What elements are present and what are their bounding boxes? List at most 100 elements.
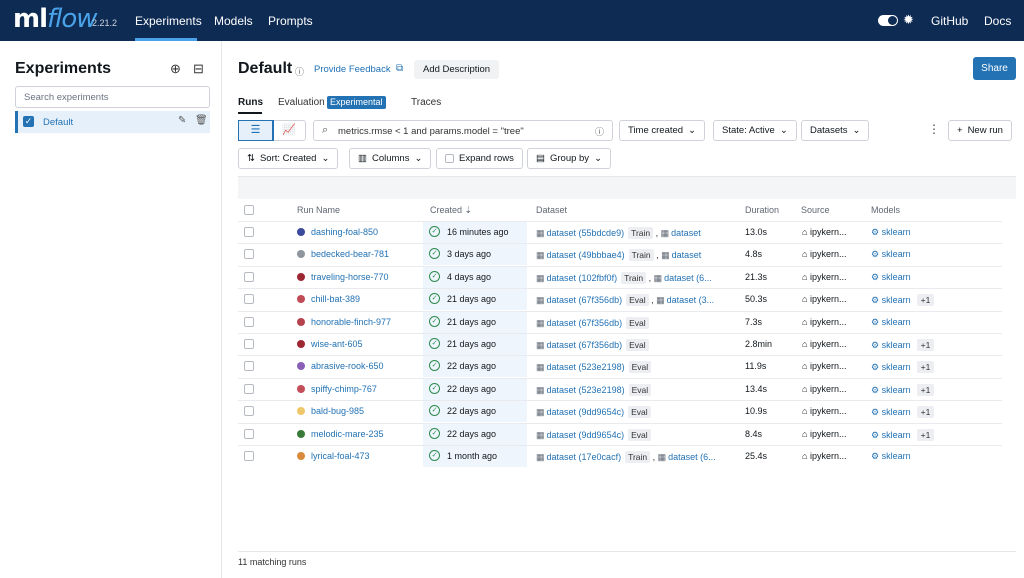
search-info-icon[interactable]: ⓘ	[595, 125, 604, 138]
more-options-icon[interactable]: ⋮	[928, 122, 940, 136]
run-name-link[interactable]: spiffy-chimp-767	[311, 384, 377, 394]
row-checkbox[interactable]	[244, 406, 254, 417]
source-cell[interactable]: ⌂ ipykern...	[802, 339, 846, 349]
source-cell[interactable]: ⌂ ipykern...	[802, 361, 846, 371]
column-duration[interactable]: Duration	[745, 205, 779, 215]
group-by-dropdown[interactable]: ▤ Group by ⌄	[527, 148, 612, 169]
run-name-link[interactable]: chill-bat-389	[311, 294, 360, 304]
source-cell[interactable]: ⌂ ipykern...	[802, 294, 846, 304]
columns-dropdown[interactable]: ▥ Columns ⌄	[349, 148, 432, 169]
column-source[interactable]: Source	[801, 205, 830, 215]
dataset-link[interactable]: dataset (49bbbae4)	[547, 250, 625, 260]
more-models-badge[interactable]: +1	[916, 294, 935, 307]
run-name-link[interactable]: honorable-finch-977	[311, 317, 391, 327]
chart-view-icon[interactable]: 📈	[273, 121, 305, 140]
table-row[interactable]: honorable-finch-977 ✓ 21 days ago ▦ dataset …	[238, 310, 1002, 333]
nav-models[interactable]: Models	[214, 14, 253, 28]
column-created[interactable]: Created ⇣	[430, 205, 472, 216]
source-cell[interactable]: ⌂ ipykern...	[802, 406, 846, 416]
tab-runs[interactable]: Runs	[238, 97, 263, 108]
theme-toggle[interactable]	[878, 15, 898, 26]
run-color-dot[interactable]	[297, 362, 305, 371]
run-name-link[interactable]: wise-ant-605	[311, 339, 363, 349]
runs-search-input[interactable]: ⌕ metrics.rmse < 1 and params.model = "t…	[313, 120, 613, 141]
table-row[interactable]: lyrical-foal-473 ✓ 1 month ago ▦ dataset (17…	[238, 445, 1002, 467]
run-color-dot[interactable]	[297, 340, 305, 348]
model-link[interactable]: sklearn	[882, 227, 911, 237]
search-experiments-input[interactable]: Search experiments	[15, 86, 210, 108]
checkbox-checked-icon[interactable]: ✓	[23, 116, 34, 127]
external-link-icon[interactable]: ⧉	[396, 63, 403, 74]
dataset-link-secondary[interactable]: dataset (3...	[667, 295, 715, 305]
dataset-link[interactable]: dataset (9dd9654c)	[547, 430, 625, 440]
add-description-button[interactable]: Add Description	[414, 60, 500, 79]
column-models[interactable]: Models	[871, 205, 900, 215]
sort-desc-icon[interactable]: ⇣	[465, 205, 473, 215]
run-color-dot[interactable]	[297, 295, 305, 304]
column-dataset[interactable]: Dataset	[536, 205, 567, 215]
column-run-name[interactable]: Run Name	[297, 205, 340, 215]
source-cell[interactable]: ⌂ ipykern...	[802, 384, 846, 394]
row-checkbox[interactable]	[244, 383, 254, 394]
state-dropdown[interactable]: State: Active ⌄	[713, 120, 797, 141]
source-cell[interactable]: ⌂ ipykern...	[802, 451, 846, 461]
model-link[interactable]: sklearn	[882, 295, 911, 305]
dataset-link[interactable]: dataset (55bdcde9)	[547, 228, 625, 238]
nav-prompts[interactable]: Prompts	[268, 14, 313, 28]
model-link[interactable]: sklearn	[882, 272, 911, 282]
run-color-dot[interactable]	[297, 272, 305, 281]
share-button[interactable]: Share	[973, 57, 1016, 80]
more-models-badge[interactable]: +1	[916, 383, 935, 396]
table-row[interactable]: traveling-horse-770 ✓ 4 days ago ▦ dataset (…	[238, 265, 1002, 288]
model-link[interactable]: sklearn	[882, 249, 911, 259]
run-color-dot[interactable]	[297, 452, 305, 460]
table-row[interactable]: bald-bug-985 ✓ 22 days ago ▦ dataset (9dd965…	[238, 400, 1002, 423]
sort-dropdown[interactable]: ⇅ Sort: Created ⌄	[238, 148, 339, 169]
row-checkbox[interactable]	[244, 316, 254, 327]
dataset-link[interactable]: dataset (523e2198)	[547, 385, 625, 395]
tab-traces[interactable]: Traces	[411, 97, 441, 108]
table-row[interactable]: abrasive-rook-650 ✓ 22 days ago ▦ dataset (5…	[238, 355, 1002, 378]
row-checkbox[interactable]	[244, 361, 254, 372]
dataset-link[interactable]: dataset (67f356db)	[547, 340, 623, 350]
table-row[interactable]: spiffy-chimp-767 ✓ 22 days ago ▦ dataset (52…	[238, 377, 1002, 400]
run-name-link[interactable]: traveling-horse-770	[311, 272, 389, 282]
source-cell[interactable]: ⌂ ipykern...	[802, 429, 846, 439]
table-row[interactable]: dashing-foal-850 ✓ 16 minutes ago ▦ dataset …	[238, 221, 1002, 243]
dataset-link[interactable]: dataset (9dd9654c)	[547, 407, 625, 417]
trash-icon[interactable]: 🗑	[195, 115, 208, 126]
run-name-link[interactable]: melodic-mare-235	[311, 429, 384, 439]
list-view-icon[interactable]: ☰	[238, 120, 274, 141]
datasets-dropdown[interactable]: Datasets ⌄	[801, 120, 870, 141]
model-link[interactable]: sklearn	[882, 407, 911, 417]
row-checkbox[interactable]	[244, 271, 254, 282]
more-models-badge[interactable]: +1	[916, 428, 935, 441]
dataset-link[interactable]: dataset (67f356db)	[547, 318, 623, 328]
tab-evaluation[interactable]: Evaluation	[278, 97, 325, 108]
table-row[interactable]: wise-ant-605 ✓ 21 days ago ▦ dataset (67f356…	[238, 333, 1002, 355]
more-models-badge[interactable]: +1	[916, 406, 935, 419]
dataset-link-secondary[interactable]: dataset (6...	[668, 452, 716, 462]
model-link[interactable]: sklearn	[882, 430, 911, 440]
source-cell[interactable]: ⌂ ipykern...	[802, 249, 846, 259]
nav-github[interactable]: GitHub	[931, 14, 968, 28]
run-color-dot[interactable]	[297, 250, 305, 259]
expand-rows-toggle[interactable]: Expand rows	[436, 148, 523, 169]
dataset-link-secondary[interactable]: dataset	[672, 250, 702, 260]
edit-icon[interactable]: ✎	[178, 115, 186, 126]
select-all-checkbox[interactable]	[244, 205, 254, 215]
provide-feedback-link[interactable]: Provide Feedback	[314, 64, 391, 75]
nav-experiments[interactable]: Experiments	[135, 14, 202, 28]
run-color-dot[interactable]	[297, 228, 305, 236]
dataset-link-secondary[interactable]: dataset	[671, 228, 701, 238]
expand-rows-checkbox[interactable]	[445, 154, 454, 163]
row-checkbox[interactable]	[244, 428, 254, 439]
table-row[interactable]: chill-bat-389 ✓ 21 days ago ▦ dataset (67f35…	[238, 288, 1002, 311]
dataset-link[interactable]: dataset (102fbf0f)	[547, 273, 618, 283]
nav-docs[interactable]: Docs	[984, 14, 1011, 28]
model-link[interactable]: sklearn	[882, 317, 911, 327]
new-run-button[interactable]: + New run	[948, 120, 1012, 141]
row-checkbox[interactable]	[244, 249, 254, 260]
table-row[interactable]: bedecked-bear-781 ✓ 3 days ago ▦ dataset (49…	[238, 243, 1002, 266]
row-checkbox[interactable]	[244, 451, 254, 461]
